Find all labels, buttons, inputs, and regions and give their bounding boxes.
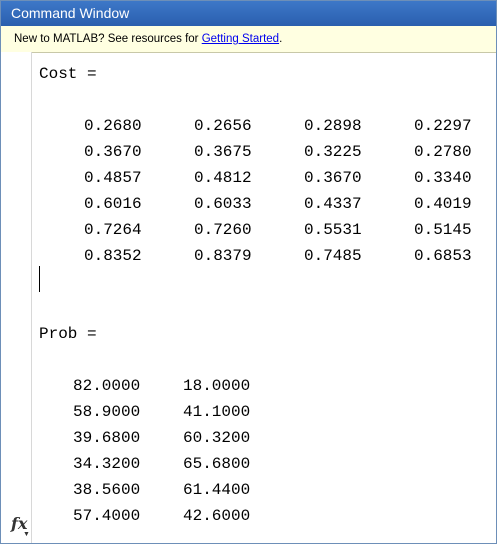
prob-cell: 39.6800 [73, 429, 141, 447]
command-window: Command Window New to MATLAB? See resour… [0, 0, 497, 544]
cost-cell: 0.8379 [194, 247, 252, 265]
cost-cell: 0.4337 [304, 195, 362, 213]
cost-cell: 0.3225 [304, 143, 362, 161]
prob-cell: 82.0000 [73, 377, 141, 395]
prob-cell: 18.0000 [183, 377, 251, 395]
cost-cell: 0.4019 [414, 195, 472, 213]
info-text: New to MATLAB? See resources for [14, 33, 202, 45]
prob-cell: 34.3200 [73, 455, 141, 473]
prob-cell: 65.6800 [183, 455, 251, 473]
cost-cell: 0.4812 [194, 169, 252, 187]
chevron-down-icon[interactable]: ▼ [23, 531, 30, 538]
cost-cell: 0.2297 [414, 117, 472, 135]
cost-cell: 0.3675 [194, 143, 252, 161]
title-bar[interactable]: Command Window [1, 1, 496, 26]
cost-cell: 0.3670 [304, 169, 362, 187]
info-bar: New to MATLAB? See resources for Getting… [1, 26, 496, 53]
cost-cell: 0.7485 [304, 247, 362, 265]
cost-cell: 0.3340 [414, 169, 472, 187]
getting-started-link[interactable]: Getting Started [202, 33, 279, 45]
cost-cell: 0.4857 [84, 169, 142, 187]
text-caret [39, 266, 40, 292]
prob-header: Prob = [39, 325, 97, 343]
console-gutter [1, 52, 32, 543]
prob-cell: 38.5600 [73, 481, 141, 499]
prob-cell: 42.6000 [183, 507, 251, 525]
cost-cell: 0.2780 [414, 143, 472, 161]
prob-cell: 57.4000 [73, 507, 141, 525]
prob-cell: 61.4400 [183, 481, 251, 499]
cost-cell: 0.8352 [84, 247, 142, 265]
cost-cell: 0.5531 [304, 221, 362, 239]
cost-cell: 0.6853 [414, 247, 472, 265]
cost-cell: 0.5145 [414, 221, 472, 239]
prob-cell: 41.1000 [183, 403, 251, 421]
cost-cell: 0.2680 [84, 117, 142, 135]
cost-cell: 0.2898 [304, 117, 362, 135]
cost-cell: 0.3670 [84, 143, 142, 161]
cost-cell: 0.6016 [84, 195, 142, 213]
info-suffix: . [279, 33, 283, 45]
cost-cell: 0.7264 [84, 221, 142, 239]
info-message: New to MATLAB? See resources for Getting… [14, 26, 282, 52]
prob-cell: 60.3200 [183, 429, 251, 447]
window-title: Command Window [11, 5, 130, 21]
cost-cell: 0.7260 [194, 221, 252, 239]
cost-cell: 0.6033 [194, 195, 252, 213]
cost-header: Cost = [39, 65, 97, 83]
prob-cell: 58.9000 [73, 403, 141, 421]
console-output[interactable]: Cost = 0.2680 0.2656 0.2898 0.2297 0.3670 0.3… [32, 52, 496, 543]
cost-cell: 0.2656 [194, 117, 252, 135]
